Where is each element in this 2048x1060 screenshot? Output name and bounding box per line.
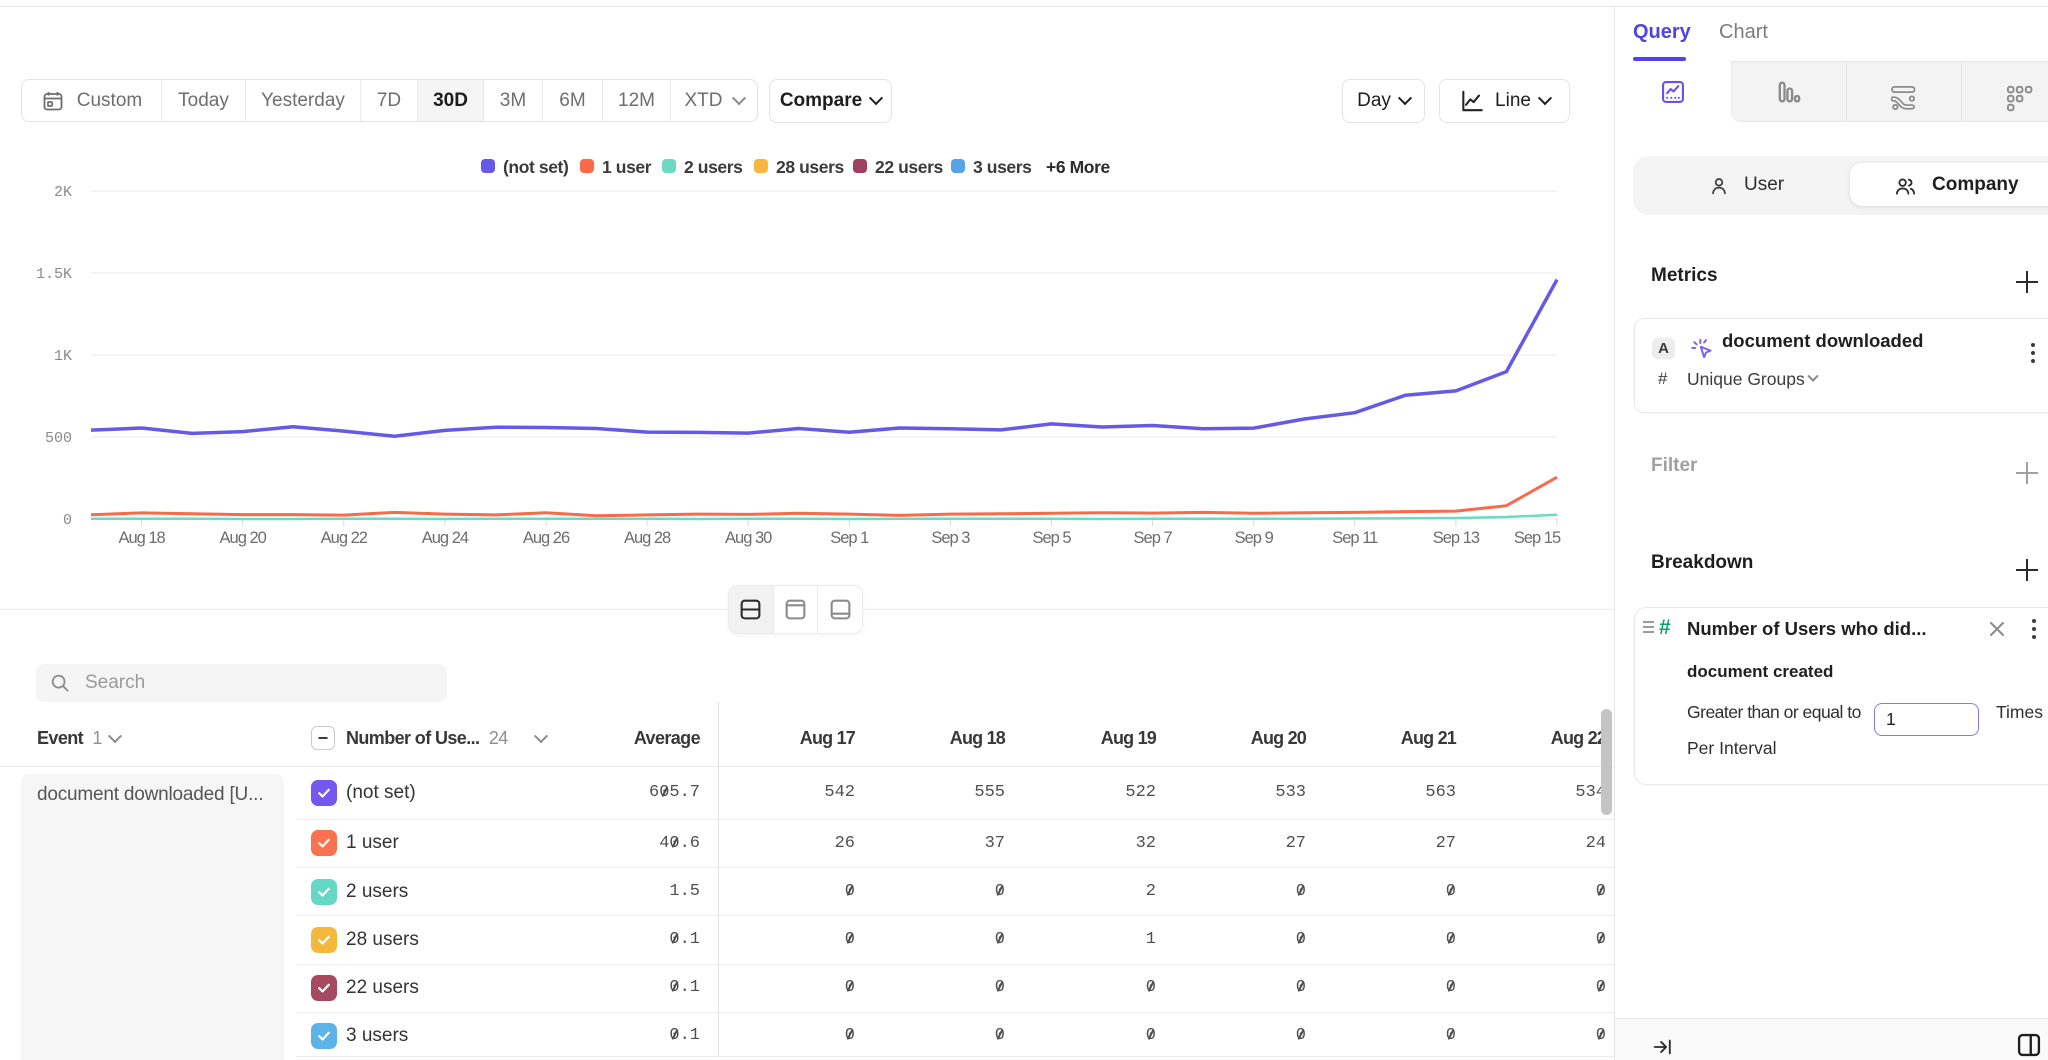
svg-text:Sep 11: Sep 11 <box>1332 529 1378 547</box>
svg-text:0: 0 <box>63 512 72 529</box>
svg-text:2K: 2K <box>54 184 72 201</box>
svg-text:Sep 3: Sep 3 <box>931 529 970 547</box>
svg-text:Sep 1: Sep 1 <box>830 529 869 547</box>
svg-text:1K: 1K <box>54 348 72 365</box>
svg-text:Sep 7: Sep 7 <box>1134 529 1173 547</box>
svg-text:Aug 22: Aug 22 <box>321 529 368 547</box>
svg-text:Sep 9: Sep 9 <box>1235 529 1274 547</box>
svg-text:Sep 15: Sep 15 <box>1514 529 1561 547</box>
svg-text:1.5K: 1.5K <box>36 266 72 283</box>
svg-text:Aug 24: Aug 24 <box>422 529 469 547</box>
svg-text:Aug 30: Aug 30 <box>725 529 772 547</box>
svg-text:Aug 28: Aug 28 <box>624 529 671 547</box>
svg-text:Aug 20: Aug 20 <box>220 529 267 547</box>
svg-text:Sep 13: Sep 13 <box>1433 529 1480 547</box>
svg-text:Sep 5: Sep 5 <box>1032 529 1071 547</box>
svg-text:Aug 26: Aug 26 <box>523 529 570 547</box>
svg-text:Aug 18: Aug 18 <box>118 529 165 547</box>
svg-text:500: 500 <box>45 430 72 447</box>
